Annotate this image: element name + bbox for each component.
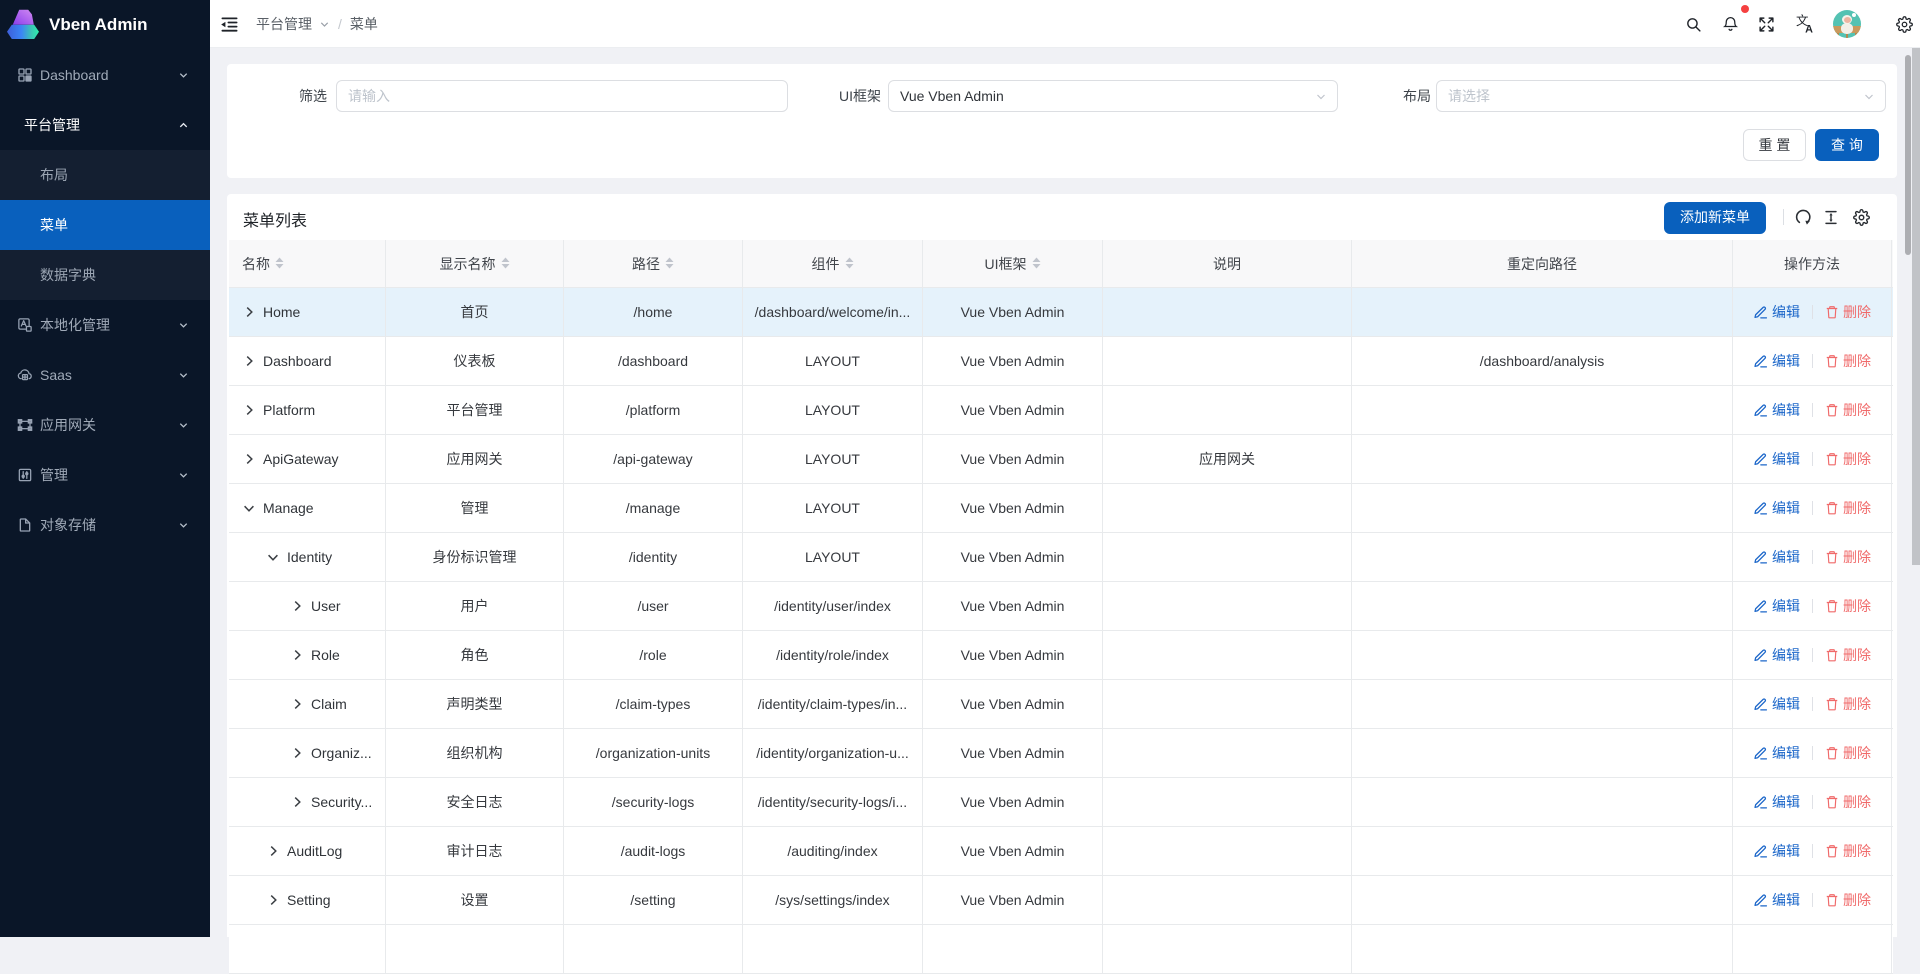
svg-text:A: A (1805, 23, 1813, 34)
